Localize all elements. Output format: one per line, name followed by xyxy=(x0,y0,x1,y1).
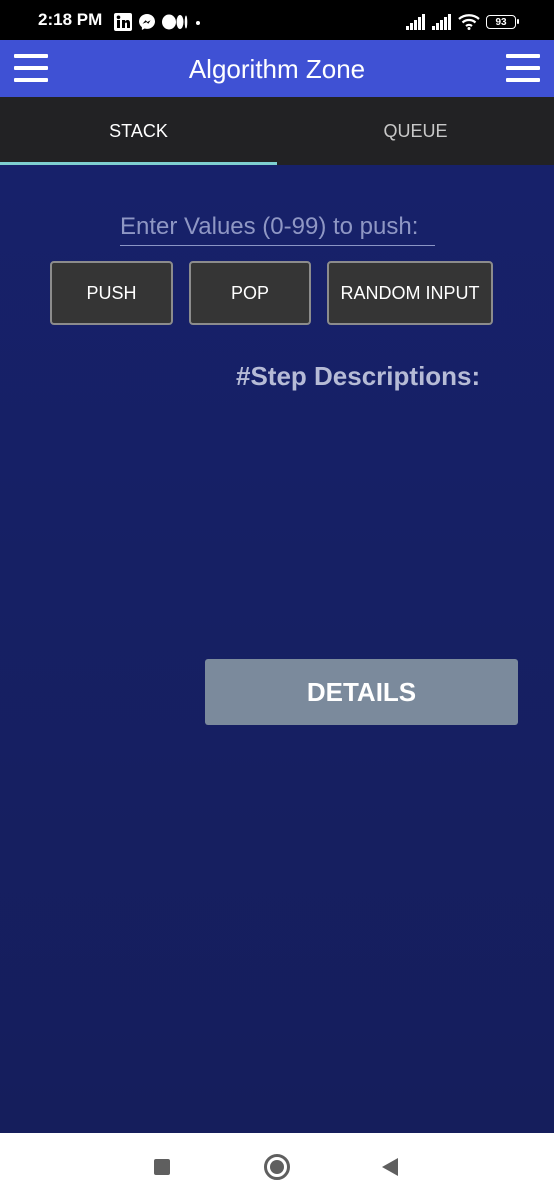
notification-icons xyxy=(114,13,202,31)
stack-panel: PUSH POP RANDOM INPUT #Step Descriptions… xyxy=(0,165,554,1133)
signal-icon xyxy=(406,14,425,30)
home-icon[interactable] xyxy=(264,1154,290,1180)
signal-icon xyxy=(432,14,451,30)
details-button[interactable]: DETAILS xyxy=(205,659,518,725)
back-icon[interactable] xyxy=(382,1158,398,1176)
medium-icon xyxy=(162,14,188,30)
navigation-bar xyxy=(0,1133,554,1200)
step-descriptions-heading: #Step Descriptions: xyxy=(236,361,481,391)
tab-stack[interactable]: STACK xyxy=(0,97,277,165)
push-value-input[interactable] xyxy=(120,209,435,245)
app-bar: Algorithm Zone xyxy=(0,40,554,97)
recents-icon[interactable] xyxy=(154,1159,170,1175)
tab-queue[interactable]: QUEUE xyxy=(277,97,554,165)
tab-bar: STACK QUEUE xyxy=(0,97,554,165)
pop-button[interactable]: POP xyxy=(189,261,311,325)
battery-level: 93 xyxy=(495,16,507,28)
menu-icon[interactable] xyxy=(506,52,540,84)
app-title: Algorithm Zone xyxy=(188,54,366,84)
status-bar: 2:18 PM 93 xyxy=(0,0,554,40)
push-input-container xyxy=(120,209,435,246)
wifi-icon xyxy=(458,14,480,30)
system-icons: 93 xyxy=(406,12,519,32)
random-input-button[interactable]: RANDOM INPUT xyxy=(327,261,493,325)
push-button[interactable]: PUSH xyxy=(50,261,173,325)
dot-icon xyxy=(196,21,200,25)
linkedin-icon xyxy=(114,13,132,31)
battery-icon: 93 xyxy=(486,15,519,29)
status-time: 2:18 PM xyxy=(38,10,103,29)
messenger-icon xyxy=(139,14,155,30)
